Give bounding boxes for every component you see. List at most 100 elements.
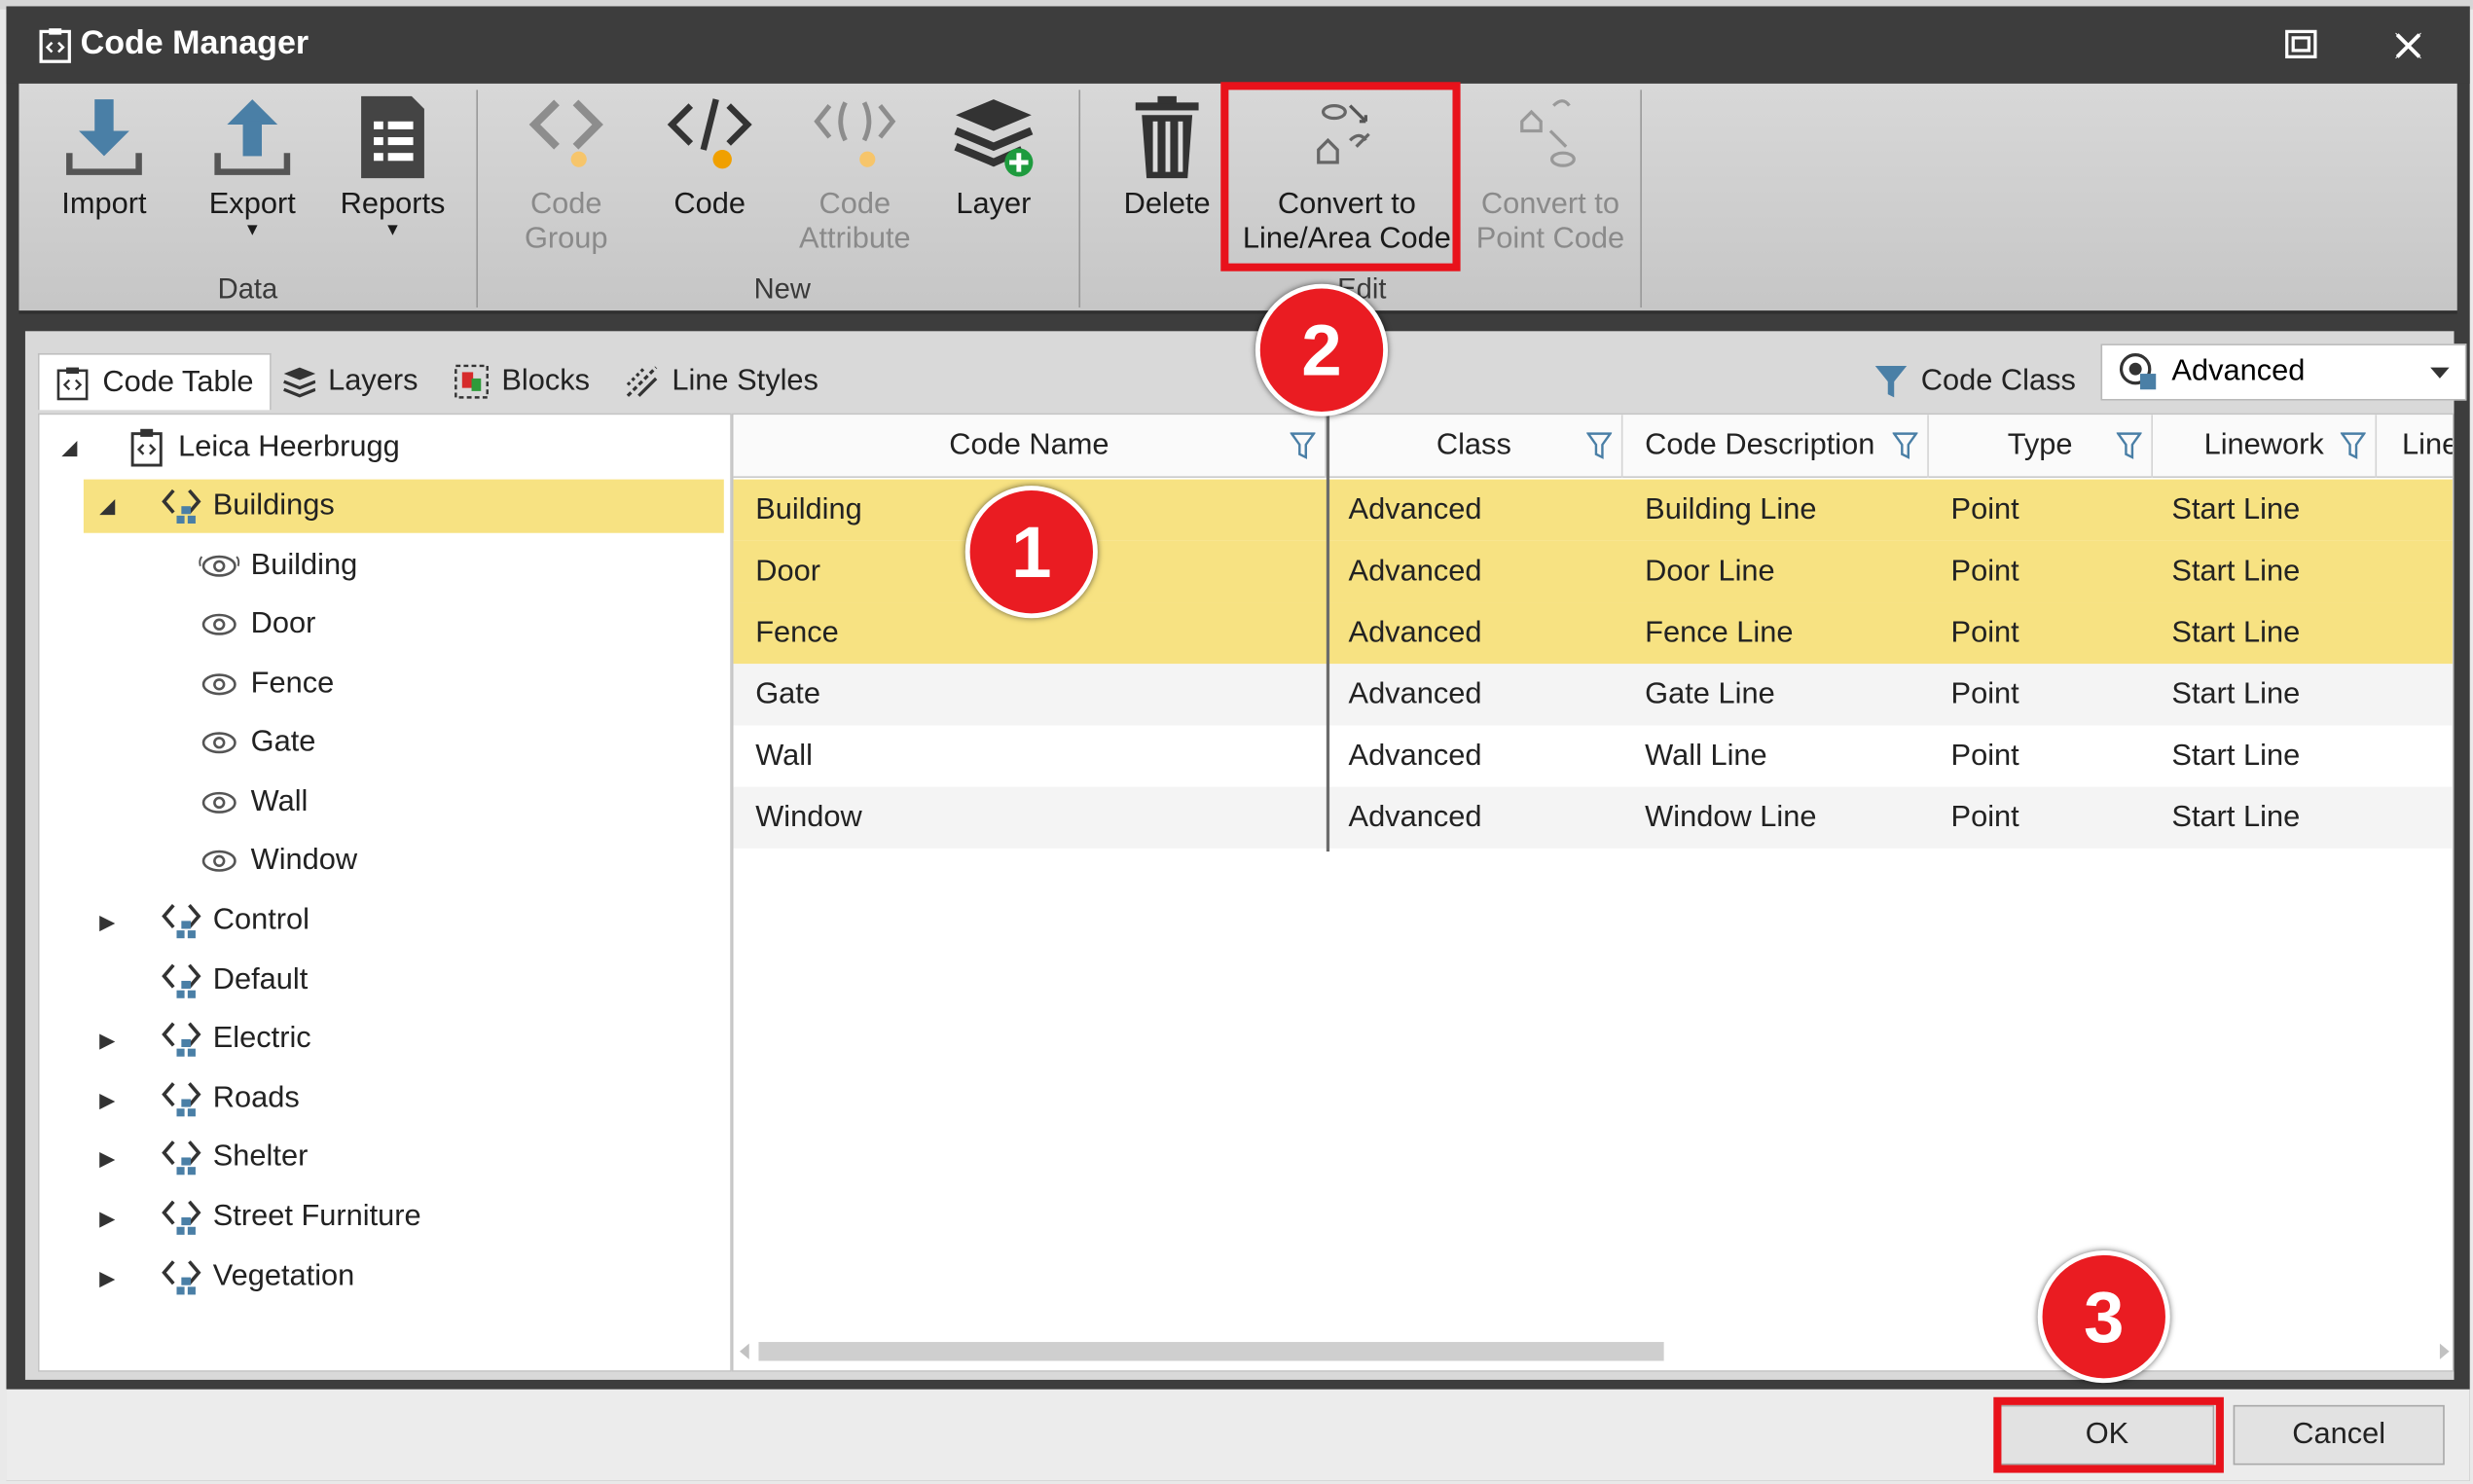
tree-group-electric[interactable]: ▶ Electric bbox=[84, 1012, 311, 1066]
column-header-linework[interactable]: Linework bbox=[2153, 415, 2378, 479]
export-button[interactable]: Export ▼ bbox=[186, 93, 318, 239]
import-button[interactable]: Import bbox=[41, 93, 167, 223]
filter-icon[interactable] bbox=[2116, 432, 2142, 460]
cell-class: Advanced bbox=[1348, 554, 1482, 588]
window-title: Code Manager bbox=[80, 24, 309, 62]
tab-line-styles[interactable]: Line Styles bbox=[625, 353, 818, 410]
reports-button[interactable]: Reports ▼ bbox=[325, 93, 460, 240]
expand-arrow-icon[interactable]: ▶ bbox=[99, 1207, 122, 1230]
collapse-arrow-icon[interactable]: ◢ bbox=[61, 435, 84, 458]
point-code-icon bbox=[201, 850, 236, 872]
group-separator bbox=[476, 90, 479, 308]
code-button[interactable]: Code bbox=[646, 93, 773, 223]
group-label-new: New bbox=[753, 272, 811, 305]
cell-class: Advanced bbox=[1348, 800, 1482, 834]
cell-type: Point bbox=[1950, 554, 2019, 588]
table-row[interactable]: Gate Advanced Gate Line Point Start Line bbox=[733, 664, 2453, 726]
expand-arrow-icon[interactable]: ▶ bbox=[99, 1088, 122, 1111]
tab-code-table[interactable]: Code Table bbox=[37, 352, 272, 411]
tree-leaf-building[interactable]: Building bbox=[198, 539, 357, 593]
tree-group-default[interactable]: Default bbox=[84, 954, 308, 1007]
cell-type: Point bbox=[1950, 492, 2019, 526]
tree-group-roads[interactable]: ▶ Roads bbox=[84, 1072, 300, 1126]
point-code-icon bbox=[201, 791, 236, 814]
tree-leaf-fence[interactable]: Fence bbox=[198, 658, 334, 711]
import-icon bbox=[66, 99, 142, 175]
column-header-code-description[interactable]: Code Description bbox=[1622, 415, 1929, 479]
column-header-type[interactable]: Type bbox=[1929, 415, 2153, 479]
cell-type: Point bbox=[1950, 800, 2019, 834]
step-marker-1: 1 bbox=[964, 486, 1098, 619]
line-styles-icon bbox=[626, 366, 658, 397]
scroll-right-icon[interactable] bbox=[2439, 1343, 2450, 1359]
collapse-arrow-icon[interactable]: ◢ bbox=[99, 493, 122, 517]
column-header-class[interactable]: Class bbox=[1327, 415, 1623, 479]
group-label-data: Data bbox=[217, 272, 278, 305]
trash-icon bbox=[1135, 95, 1199, 179]
export-icon bbox=[214, 99, 291, 175]
step-marker-2: 2 bbox=[1255, 283, 1389, 416]
blocks-icon bbox=[455, 364, 489, 399]
close-icon[interactable] bbox=[2391, 28, 2426, 63]
layer-button[interactable]: Layer bbox=[937, 93, 1051, 223]
tree-group-street-furniture[interactable]: ▶ Street Furniture bbox=[84, 1190, 421, 1244]
tree-group-shelter[interactable]: ▶ Shelter bbox=[84, 1131, 308, 1184]
tab-layers[interactable]: Layers bbox=[280, 353, 418, 410]
convert-to-point-icon bbox=[1520, 99, 1576, 167]
code-group-icon bbox=[162, 1260, 201, 1295]
table-row[interactable]: Fence Advanced Fence Line Point Start Li… bbox=[733, 602, 2453, 665]
cell-code-name: Window bbox=[755, 800, 862, 834]
tree-group-vegetation[interactable]: ▶ Vegetation bbox=[84, 1250, 354, 1304]
code-class-select[interactable]: Advanced bbox=[2100, 344, 2467, 401]
tab-blocks[interactable]: Blocks bbox=[455, 353, 590, 410]
convert-to-point-code-button[interactable]: Convert to Point Code bbox=[1467, 93, 1634, 258]
filter-icon[interactable] bbox=[1290, 432, 1316, 460]
column-header-code-name[interactable]: Code Name bbox=[734, 415, 1327, 479]
expand-arrow-icon[interactable]: ▶ bbox=[99, 910, 122, 933]
expand-arrow-icon[interactable]: ▶ bbox=[99, 1266, 122, 1289]
cancel-button[interactable]: Cancel bbox=[2233, 1404, 2445, 1466]
cell-code-name: Building bbox=[755, 492, 862, 526]
point-code-icon bbox=[199, 555, 240, 577]
filter-icon[interactable] bbox=[1892, 432, 1918, 460]
tree-leaf-window[interactable]: Window bbox=[198, 834, 357, 887]
tree-group-control[interactable]: ▶ Control bbox=[84, 894, 309, 948]
code-table-icon bbox=[56, 366, 89, 400]
cell-code-name: Fence bbox=[755, 615, 839, 649]
cell-description: Window Line bbox=[1645, 800, 1817, 834]
tree-leaf-gate[interactable]: Gate bbox=[198, 716, 315, 770]
cell-type: Point bbox=[1950, 739, 2019, 773]
horizontal-scrollbar[interactable] bbox=[740, 1339, 2450, 1364]
expand-arrow-icon[interactable]: ▶ bbox=[99, 1029, 122, 1052]
table-row[interactable]: Wall Advanced Wall Line Point Start Line bbox=[734, 725, 2453, 786]
tree-group-buildings[interactable]: ◢ Buildings bbox=[83, 479, 724, 533]
code-group-icon bbox=[162, 1140, 201, 1176]
table-row[interactable]: Window Advanced Window Line Point Start … bbox=[733, 786, 2453, 849]
filter-icon[interactable] bbox=[1586, 432, 1613, 460]
code-group-button[interactable]: Code Group bbox=[492, 93, 640, 258]
chevron-down-icon: ▼ bbox=[383, 220, 402, 240]
tree-root[interactable]: ◢ Leica Heerbrugg bbox=[40, 421, 731, 475]
filter-icon bbox=[1874, 365, 1908, 398]
layer-icon bbox=[954, 99, 1034, 177]
filter-icon[interactable] bbox=[2340, 432, 2366, 460]
scroll-left-icon[interactable] bbox=[740, 1343, 749, 1359]
code-icon bbox=[667, 98, 752, 169]
column-header-line[interactable]: Line bbox=[2377, 415, 2453, 478]
restore-icon[interactable] bbox=[2283, 28, 2318, 59]
code-attribute-button[interactable]: Code Attribute bbox=[776, 93, 933, 258]
cell-linework: Start Line bbox=[2171, 677, 2301, 711]
delete-button[interactable]: Delete bbox=[1108, 93, 1227, 223]
cell-class: Advanced bbox=[1348, 615, 1482, 649]
code-group-icon bbox=[162, 1022, 201, 1057]
code-tree: ◢ Leica Heerbrugg ◢ Buildings Building D… bbox=[37, 413, 732, 1372]
cell-code-name: Wall bbox=[755, 739, 813, 773]
highlight-box-ok bbox=[1993, 1396, 2224, 1473]
code-group-icon bbox=[528, 99, 603, 167]
cell-code-name: Door bbox=[755, 554, 820, 588]
scrollbar-thumb[interactable] bbox=[758, 1342, 1664, 1361]
tree-leaf-door[interactable]: Door bbox=[198, 597, 315, 651]
expand-arrow-icon[interactable]: ▶ bbox=[99, 1146, 122, 1170]
cell-linework: Start Line bbox=[2171, 615, 2301, 649]
tree-leaf-wall[interactable]: Wall bbox=[198, 776, 308, 829]
